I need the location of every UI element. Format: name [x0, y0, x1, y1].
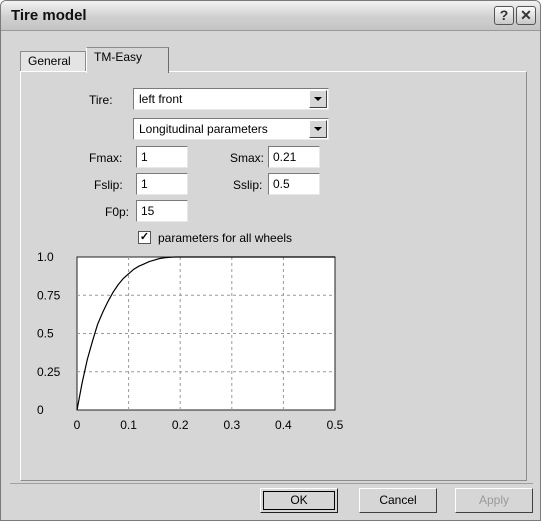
parameter-type-value: Longitudinal parameters [139, 122, 268, 136]
help-button[interactable]: ? [494, 6, 514, 25]
tire-select[interactable]: left front [133, 88, 329, 110]
smax-label: Smax: [230, 151, 265, 165]
tire-label: Tire: [89, 93, 113, 107]
f0p-label: F0p: [105, 205, 130, 219]
parameter-type-select[interactable]: Longitudinal parameters [133, 118, 329, 140]
footer-divider [10, 483, 533, 484]
fmax-field[interactable]: 1 [136, 146, 188, 168]
apply-button[interactable]: Apply [455, 488, 533, 513]
window-title: Tire model [11, 7, 87, 24]
chevron-down-icon[interactable] [309, 90, 327, 108]
close-button[interactable]: ✕ [516, 6, 536, 25]
smax-field[interactable]: 0.21 [268, 146, 320, 168]
tire-model-dialog: Tire model ? ✕ General TM-Easy Tire: lef… [0, 0, 541, 521]
chevron-down-icon[interactable] [309, 120, 327, 138]
fmax-label: Fmax: [89, 151, 123, 165]
tab-general[interactable]: General [20, 51, 86, 72]
tab-tm-easy[interactable]: TM-Easy [86, 47, 169, 73]
tire-select-value: left front [139, 92, 183, 106]
fslip-label: Fslip: [94, 178, 123, 192]
title-bar[interactable]: Tire model ? ✕ [1, 1, 540, 31]
f0p-field[interactable]: 15 [136, 200, 188, 222]
cancel-button[interactable]: Cancel [359, 488, 437, 513]
checkmark-icon: ✓ [139, 231, 150, 243]
all-wheels-checkbox[interactable]: ✓ [138, 231, 151, 244]
sslip-field[interactable]: 0.5 [268, 173, 320, 195]
ok-button[interactable]: OK [260, 488, 338, 513]
all-wheels-label: parameters for all wheels [158, 231, 293, 245]
fslip-field[interactable]: 1 [136, 173, 188, 195]
sslip-label: Sslip: [233, 178, 263, 192]
